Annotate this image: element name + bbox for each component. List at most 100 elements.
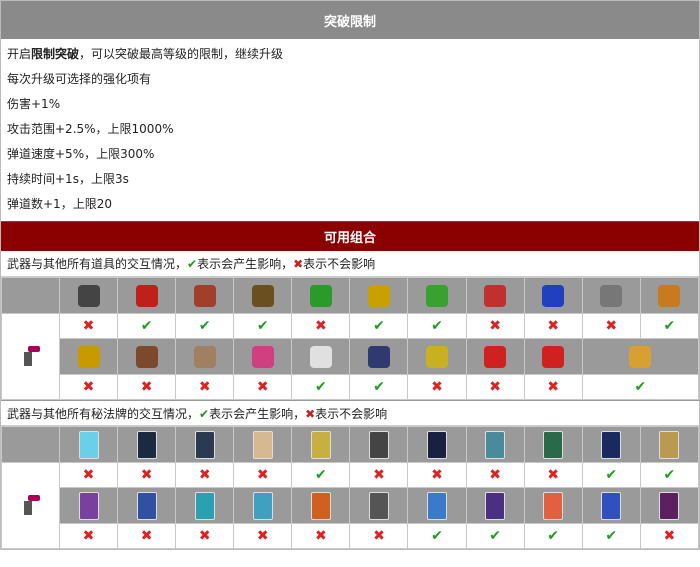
check-icon: ✔: [140, 318, 153, 334]
cards-icon-row: [1, 426, 700, 463]
card-altar-icon: [252, 430, 273, 459]
cross-icon: ✖: [373, 528, 385, 544]
cross-icon: ✖: [140, 528, 153, 544]
cross-icon: ✖: [198, 467, 211, 483]
cross-icon: ✖: [256, 528, 269, 544]
weapon-icon: [20, 491, 42, 517]
description-line: 弹道速度+5%，上限300%: [7, 147, 155, 161]
section-header: 突破限制: [1, 1, 699, 39]
card-bolt-icon: [427, 491, 447, 520]
candelabra-icon: [251, 284, 274, 307]
cross-icon: ✖: [140, 379, 153, 395]
cross-icon: ✖: [489, 379, 501, 395]
cross-icon: ✖: [373, 467, 385, 483]
card-sun-icon: [543, 491, 564, 520]
cross-icon: ✖: [293, 257, 304, 271]
cross-icon: ✖: [198, 528, 211, 544]
card-wind-icon: [485, 430, 506, 459]
weapon-cell: [1, 313, 60, 400]
skull-face-icon: [193, 345, 216, 368]
heart-dark-icon: [77, 284, 100, 307]
check-icon: ✔: [663, 467, 676, 483]
card-teal-icon: [194, 491, 215, 520]
cross-icon: ✖: [82, 379, 95, 395]
gold-bar-icon: [629, 345, 652, 368]
items-mark-row: ✖ ✔ ✔ ✔ ✖ ✔ ✔ ✖ ✖ ✖ ✔: [1, 313, 700, 400]
description: 开启限制突破，可以突破最高等级的限制，继续升级 每次升级可选择的强化项有 伤害+…: [1, 39, 699, 221]
check-icon: ✔: [663, 318, 676, 334]
ring-icon: [658, 284, 681, 307]
check-icon: ✔: [314, 467, 327, 483]
limit-break-keyword: 限制突破: [31, 47, 80, 61]
card-ice-icon: [78, 430, 99, 459]
description-line: 每次升级可选择的强化项有: [7, 72, 152, 86]
gold-ring-icon: [426, 345, 448, 368]
section-title: 突破限制: [323, 14, 376, 30]
check-icon: ✔: [314, 379, 327, 395]
cards-table: ✖ ✖ ✖ ✖ ✔ ✖ ✖ ✖ ✖ ✔ ✔ ✖ ✖ ✖ ✖ ✖ ✖ ✔ ✔ ✔ …: [1, 426, 700, 549]
red-arrow-right-icon: [484, 345, 507, 368]
limit-break-panel: 突破限制 开启限制突破，可以突破最高等级的限制，继续升级 每次升级可选择的强化项…: [0, 0, 700, 550]
cross-icon: ✖: [82, 318, 95, 334]
description-line: 弹道数+1，上限20: [7, 197, 112, 211]
cross-icon: ✖: [256, 379, 269, 395]
card-blue-icon: [136, 491, 157, 520]
check-icon: ✔: [373, 379, 385, 395]
cross-icon: ✖: [256, 467, 269, 483]
check-icon: ✔: [489, 528, 501, 544]
cross-icon: ✖: [314, 528, 327, 544]
broken-heart-icon: [484, 284, 507, 307]
card-purple-icon: [78, 491, 99, 520]
card-mage-icon: [485, 491, 506, 520]
gear-skull-icon: [600, 284, 623, 307]
description-line: 攻击范围+2.5%，上限1000%: [7, 122, 174, 136]
pink-skull-icon: [251, 345, 274, 368]
check-icon: ✔: [605, 528, 618, 544]
items-table: ✖ ✔ ✔ ✔ ✖ ✔ ✔ ✖ ✖ ✖ ✔ ✖ ✖ ✖ ✖ ✔ ✔ ✖ ✖ ✖ …: [1, 277, 700, 400]
card-portal-icon: [427, 430, 447, 459]
weapon-icon: [20, 342, 42, 368]
cross-icon: ✖: [198, 379, 211, 395]
cross-icon: ✖: [547, 467, 560, 483]
check-icon: ✔: [373, 318, 385, 334]
check-icon: ✔: [198, 318, 211, 334]
card-tree-icon: [543, 430, 564, 459]
cross-icon: ✖: [489, 467, 501, 483]
chest-icon: [135, 345, 158, 368]
cross-icon: ✖: [140, 467, 153, 483]
card-flame-icon: [310, 491, 331, 520]
blue-orb-icon: [542, 284, 565, 307]
feather-icon: [426, 284, 448, 307]
card-night-icon: [601, 430, 622, 459]
items-icon-row: [2, 338, 700, 375]
card-eye-icon: [659, 491, 680, 520]
red-arrow-left-icon: [542, 345, 565, 368]
cross-icon: ✖: [605, 318, 618, 334]
items-mark-row: ✖ ✖ ✖ ✖ ✔ ✔ ✖ ✖ ✖ ✔: [2, 374, 700, 400]
description-line: 伤害+1%: [7, 97, 61, 111]
cross-icon: ✖: [431, 379, 443, 395]
combo-title: 可用组合: [323, 231, 376, 246]
crown-box-icon: [367, 284, 390, 307]
combo-header: 可用组合: [1, 221, 699, 251]
check-icon: ✔: [256, 318, 269, 334]
cross-icon: ✖: [82, 467, 95, 483]
cross-icon: ✖: [305, 407, 316, 421]
cross-icon: ✖: [314, 318, 327, 334]
weapon-cell: [1, 462, 60, 549]
items-icon-row: [1, 277, 700, 314]
cards-icon-row: [2, 487, 700, 524]
dark-ring-icon: [367, 345, 390, 368]
cross-icon: ✖: [82, 528, 95, 544]
gold-crown-icon: [77, 345, 100, 368]
check-icon: ✔: [187, 257, 198, 271]
description-line: 持续时间+1s，上限3s: [7, 172, 129, 186]
red-book-icon: [135, 284, 158, 307]
cross-icon: ✖: [547, 318, 560, 334]
cross-icon: ✖: [663, 528, 676, 544]
wings-icon: [309, 345, 332, 368]
check-icon: ✔: [199, 407, 210, 421]
card-gold-icon: [310, 430, 331, 459]
cards-mark-row: ✖ ✖ ✖ ✖ ✖ ✖ ✔ ✔ ✔ ✔ ✖: [2, 523, 700, 549]
items-note: 武器与其他所有道具的交互情况，✔表示会产生影响，✖表示不会影响: [1, 251, 699, 277]
